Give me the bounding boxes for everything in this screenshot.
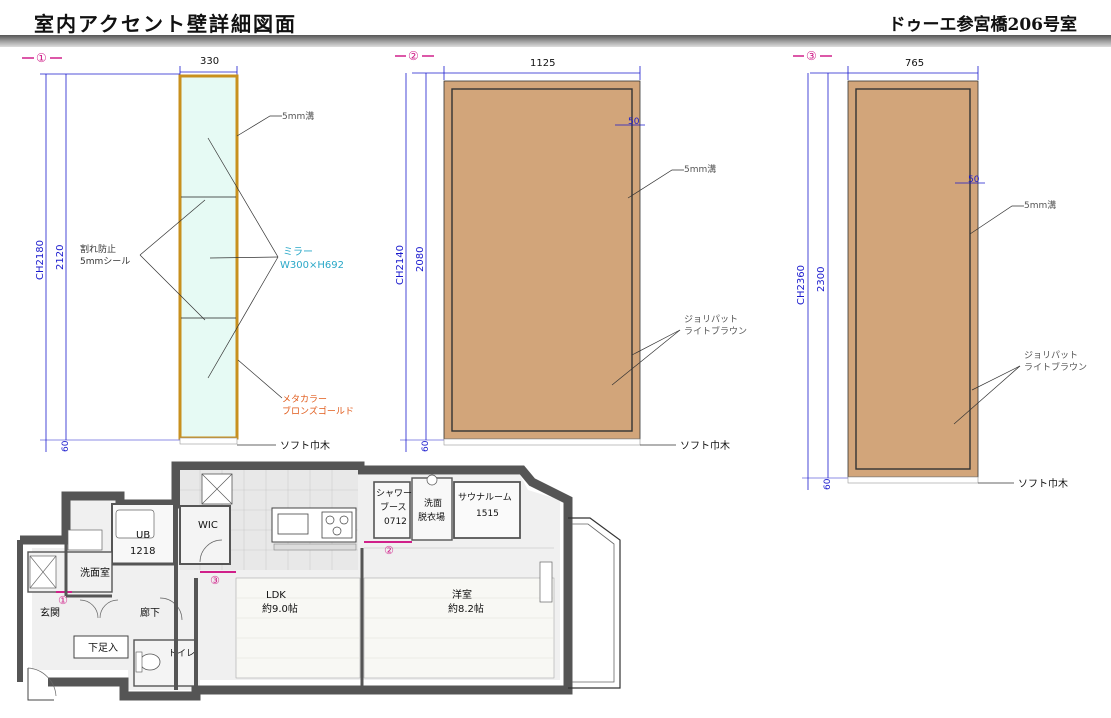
counter-edge bbox=[273, 543, 357, 551]
elevation-1: ① 330 CH2180 2120 60 5mm溝 割れ防止 5mmシール ミラ… bbox=[22, 51, 354, 452]
frame-color-note: ブロンズゴールド bbox=[282, 405, 354, 417]
width-dimension: 330 bbox=[200, 56, 219, 67]
mirror-panel bbox=[178, 74, 239, 440]
width-dimension: 1125 bbox=[530, 58, 555, 69]
accent-wall-panel bbox=[847, 80, 979, 478]
elevation-3: ③ 765 CH2360 2300 60 50 5mm溝 ジョリパット ライトブ… bbox=[793, 49, 1087, 490]
floor-plan: WIC UB 1218 洗面室 ① 玄関 廊下 下足入 トイレ ③ LDK 約9… bbox=[17, 461, 621, 701]
vanity bbox=[67, 529, 103, 551]
wic-room bbox=[179, 505, 231, 565]
sauna-label: サウナルーム bbox=[458, 492, 512, 503]
western-room-label: 洋室 bbox=[452, 588, 472, 601]
closet bbox=[539, 561, 553, 603]
accent-wall-panel bbox=[443, 80, 641, 440]
ldk-label: LDK bbox=[266, 590, 286, 601]
ldk-room bbox=[235, 577, 361, 679]
ub-size: 1218 bbox=[130, 546, 155, 557]
door-swing bbox=[27, 667, 57, 697]
wash-dressing-room bbox=[411, 477, 453, 541]
panel-height: 2080 bbox=[415, 247, 426, 272]
crack-note: 割れ防止 bbox=[80, 243, 116, 255]
elevation-2: ② 1125 CH2140 2080 60 50 5mm溝 ジョリパット ライト… bbox=[395, 49, 747, 452]
ceiling-height: CH2360 bbox=[796, 265, 807, 305]
groove-note: 5mm溝 bbox=[684, 163, 716, 175]
toilet-tank bbox=[135, 651, 143, 673]
finish-note: ジョリパット bbox=[684, 314, 738, 325]
skirting bbox=[847, 476, 979, 484]
finish-color-note: ライトブラウン bbox=[1024, 361, 1087, 373]
finish-note: ジョリパット bbox=[1024, 350, 1078, 361]
shower-label: ブース bbox=[380, 501, 407, 513]
mirror-size-note: W300×H692 bbox=[280, 260, 344, 271]
elevation-marker: ② bbox=[408, 49, 419, 63]
basin bbox=[426, 474, 438, 486]
shower-label: シャワー bbox=[376, 489, 412, 499]
inset-dimension: 50 bbox=[628, 117, 640, 127]
entrance-label: 玄関 bbox=[40, 606, 60, 619]
frame-note: メタカラー bbox=[282, 394, 327, 405]
shower-size: 0712 bbox=[384, 517, 407, 527]
width-dimension: 765 bbox=[905, 58, 924, 69]
toilet-label: トイレ bbox=[168, 649, 195, 659]
ub-label: UB bbox=[136, 530, 150, 541]
finish-color-note: ライトブラウン bbox=[684, 325, 747, 337]
mirror-note: ミラー bbox=[283, 246, 313, 258]
ldk-area: 約9.0帖 bbox=[262, 602, 298, 615]
groove-note: 5mm溝 bbox=[282, 110, 314, 122]
wic-label: WIC bbox=[198, 520, 218, 531]
drawing-canvas: ① 330 CH2180 2120 60 5mm溝 割れ防止 5mmシール ミラ… bbox=[17, 49, 1087, 701]
base-height: 60 bbox=[61, 440, 71, 452]
inset-dimension: 50 bbox=[968, 175, 980, 185]
sink bbox=[277, 513, 309, 535]
elevation-marker: ① bbox=[36, 51, 47, 65]
groove-note: 5mm溝 bbox=[1024, 199, 1056, 211]
balcony-outline bbox=[568, 517, 621, 689]
skirting-note: ソフト巾木 bbox=[280, 439, 330, 452]
marker-2: ② bbox=[384, 544, 394, 557]
dressing-label: 脱衣場 bbox=[418, 511, 445, 523]
leader-line bbox=[236, 115, 282, 137]
ceiling-height: CH2180 bbox=[35, 240, 46, 280]
balcony-rail bbox=[572, 523, 615, 683]
wash-label: 洗面 bbox=[424, 497, 442, 509]
washroom-label: 洗面室 bbox=[80, 566, 110, 579]
stove bbox=[321, 511, 353, 539]
hall-label: 廊下 bbox=[140, 606, 160, 619]
skirting bbox=[443, 438, 641, 446]
leader-line bbox=[971, 365, 1021, 391]
skirting-note: ソフト巾木 bbox=[1018, 477, 1068, 490]
marker-3: ③ bbox=[210, 574, 220, 587]
panel-height: 2300 bbox=[816, 267, 827, 292]
toilet-bowl bbox=[139, 653, 161, 671]
panel-height: 2120 bbox=[55, 245, 66, 270]
base-height: 60 bbox=[823, 478, 833, 490]
skirting bbox=[179, 437, 238, 445]
elevation-marker: ③ bbox=[806, 49, 817, 63]
skirting-note: ソフト巾木 bbox=[680, 439, 730, 452]
base-height: 60 bbox=[421, 440, 431, 452]
crack-note: 5mmシール bbox=[80, 257, 130, 267]
western-room-area: 約8.2帖 bbox=[448, 602, 484, 615]
sauna-size: 1515 bbox=[476, 509, 499, 519]
leader-line bbox=[237, 359, 283, 399]
ceiling-height: CH2140 bbox=[395, 245, 406, 285]
shoe-cabinet-label: 下足入 bbox=[88, 642, 118, 654]
